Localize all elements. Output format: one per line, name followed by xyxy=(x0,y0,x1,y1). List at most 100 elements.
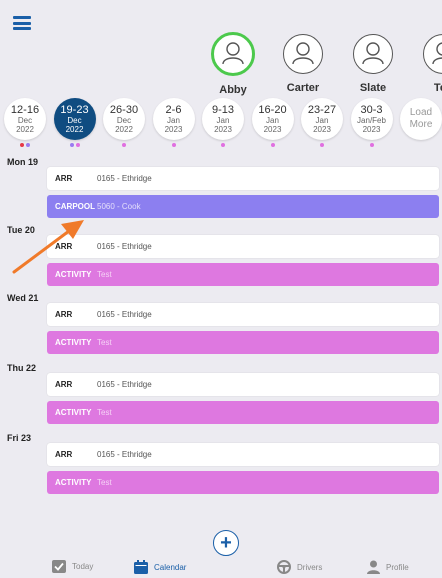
avatar xyxy=(283,34,323,74)
row-type: ARR xyxy=(55,174,73,183)
schedule-row[interactable]: ARR 0165 - Ethridge xyxy=(47,303,439,326)
week-month: Dec xyxy=(116,116,132,125)
row-description: Test xyxy=(97,408,112,417)
week-event-dots xyxy=(202,143,244,149)
week-year: 2022 xyxy=(16,125,34,134)
week-range: Load xyxy=(409,107,433,118)
steering-wheel-icon xyxy=(277,560,291,574)
hamburger-menu-icon[interactable] xyxy=(13,16,31,30)
row-type: ARR xyxy=(55,450,73,459)
avatar xyxy=(423,34,442,74)
row-type: ARR xyxy=(55,242,73,251)
day-label: Wed 21 xyxy=(7,293,39,303)
week-month: Jan xyxy=(216,116,230,125)
avatar xyxy=(353,34,393,74)
driver-slate[interactable]: Slate xyxy=(345,34,401,94)
day-label: Mon 19 xyxy=(7,157,39,167)
row-description: 0165 - Ethridge xyxy=(97,174,152,183)
day-label: Tue 20 xyxy=(7,225,35,235)
week-month: Jan xyxy=(315,116,329,125)
row-description: Test xyxy=(97,478,112,487)
week-event-dots xyxy=(351,143,393,149)
driver-name: Carter xyxy=(286,82,320,94)
schedule-row[interactable]: ACTIVITY Test xyxy=(47,263,439,286)
tab-profile[interactable]: Profile xyxy=(367,560,409,574)
tab-drivers-label: Drivers xyxy=(297,562,323,572)
week-event-dots xyxy=(400,143,442,149)
row-description: 5060 - Cook xyxy=(97,202,141,211)
driver-carter[interactable]: Carter xyxy=(275,34,331,94)
event-dot xyxy=(320,143,324,147)
row-description: 0165 - Ethridge xyxy=(97,310,152,319)
week-19-23[interactable]: 19-23 Dec 2022 xyxy=(53,98,96,140)
event-dot xyxy=(270,143,275,147)
week-9-13[interactable]: 9-13 Jan 2023 xyxy=(202,98,244,140)
tab-drivers[interactable]: Drivers xyxy=(277,560,322,574)
tab-profile-label: Profile xyxy=(386,562,409,572)
week-range: 2-6 xyxy=(165,104,182,116)
week-year: 2023 xyxy=(164,125,183,134)
avatar xyxy=(211,32,255,76)
week-26-30[interactable]: 26-30 Dec 2022 xyxy=(103,98,145,140)
week-range: 30-3 xyxy=(360,104,383,116)
week-year: 2022 xyxy=(65,125,84,134)
add-button[interactable]: + xyxy=(213,530,239,556)
schedule-row[interactable]: ACTIVITY Test xyxy=(47,401,439,424)
week-event-dots xyxy=(54,143,96,149)
driver-name: Slate xyxy=(359,82,387,94)
event-dot xyxy=(69,143,74,147)
schedule-row[interactable]: ACTIVITY Test xyxy=(47,471,439,494)
week-event-dots xyxy=(252,143,294,149)
tab-today[interactable]: Today xyxy=(52,560,93,573)
load-more-button[interactable]: Load More xyxy=(400,98,442,140)
schedule-row[interactable]: ARR 0165 - Ethridge xyxy=(47,167,439,190)
driver-name: Tes xyxy=(433,82,442,94)
week-16-20[interactable]: 16-20 Jan 2023 xyxy=(251,98,294,140)
plus-icon: + xyxy=(220,532,232,554)
driver-tes[interactable]: Tes xyxy=(415,34,442,94)
row-description: Test xyxy=(97,270,112,279)
row-description: 0165 - Ethridge xyxy=(97,380,152,389)
event-dot xyxy=(221,143,225,147)
week-month: Dec xyxy=(67,116,82,125)
row-description: 0165 - Ethridge xyxy=(97,450,152,459)
week-year: 2023 xyxy=(362,125,381,134)
week-12-16[interactable]: 12-16 Dec 2022 xyxy=(4,98,46,140)
person-avatar-icon xyxy=(220,39,246,70)
tab-today-label: Today xyxy=(72,562,94,571)
week-range: 23-27 xyxy=(307,104,337,116)
week-event-dots xyxy=(103,143,145,149)
event-dot xyxy=(75,143,80,147)
driver-selector: Abby Carter Slate Tes xyxy=(205,32,442,98)
schedule-row[interactable]: ACTIVITY Test xyxy=(47,331,439,354)
week-23-27[interactable]: 23-27 Jan 2023 xyxy=(301,98,343,140)
week-event-dots xyxy=(301,143,343,149)
schedule-row[interactable]: ARR 0165 - Ethridge xyxy=(47,235,439,258)
driver-name: Abby xyxy=(219,84,247,96)
row-type: ARR xyxy=(55,380,73,389)
week-year: 2023 xyxy=(313,125,331,134)
week-30-3[interactable]: 30-3 Jan/Feb 2023 xyxy=(350,98,393,140)
week-selector: 12-16 Dec 2022 19-23 Dec 2022 26-30 Dec 2022 2-6 J… xyxy=(0,98,442,156)
schedule-row[interactable]: ARR 0165 - Ethridge xyxy=(47,373,439,396)
day-label: Thu 22 xyxy=(7,363,37,373)
person-avatar-icon xyxy=(430,39,442,70)
schedule-row[interactable]: CARPOOL 5060 - Cook xyxy=(47,195,439,218)
person-avatar-icon xyxy=(290,39,316,70)
row-type: CARPOOL xyxy=(55,202,95,211)
tab-calendar-label: Calendar xyxy=(154,562,187,572)
row-description: Test xyxy=(97,338,112,347)
tab-calendar[interactable]: Calendar xyxy=(134,560,186,574)
week-range: 19-23 xyxy=(60,104,89,116)
week-year: 2022 xyxy=(115,125,133,134)
person-avatar-icon xyxy=(360,39,386,70)
week-month: Jan xyxy=(167,116,180,125)
week-2-6[interactable]: 2-6 Jan 2023 xyxy=(152,98,195,140)
event-dot xyxy=(26,143,30,147)
event-dot xyxy=(122,143,126,147)
driver-abby[interactable]: Abby xyxy=(205,32,261,96)
calendar-icon xyxy=(134,560,148,574)
week-range: 12-16 xyxy=(10,104,40,116)
checkbox-icon xyxy=(52,560,66,573)
schedule-row[interactable]: ARR 0165 - Ethridge xyxy=(47,443,439,466)
